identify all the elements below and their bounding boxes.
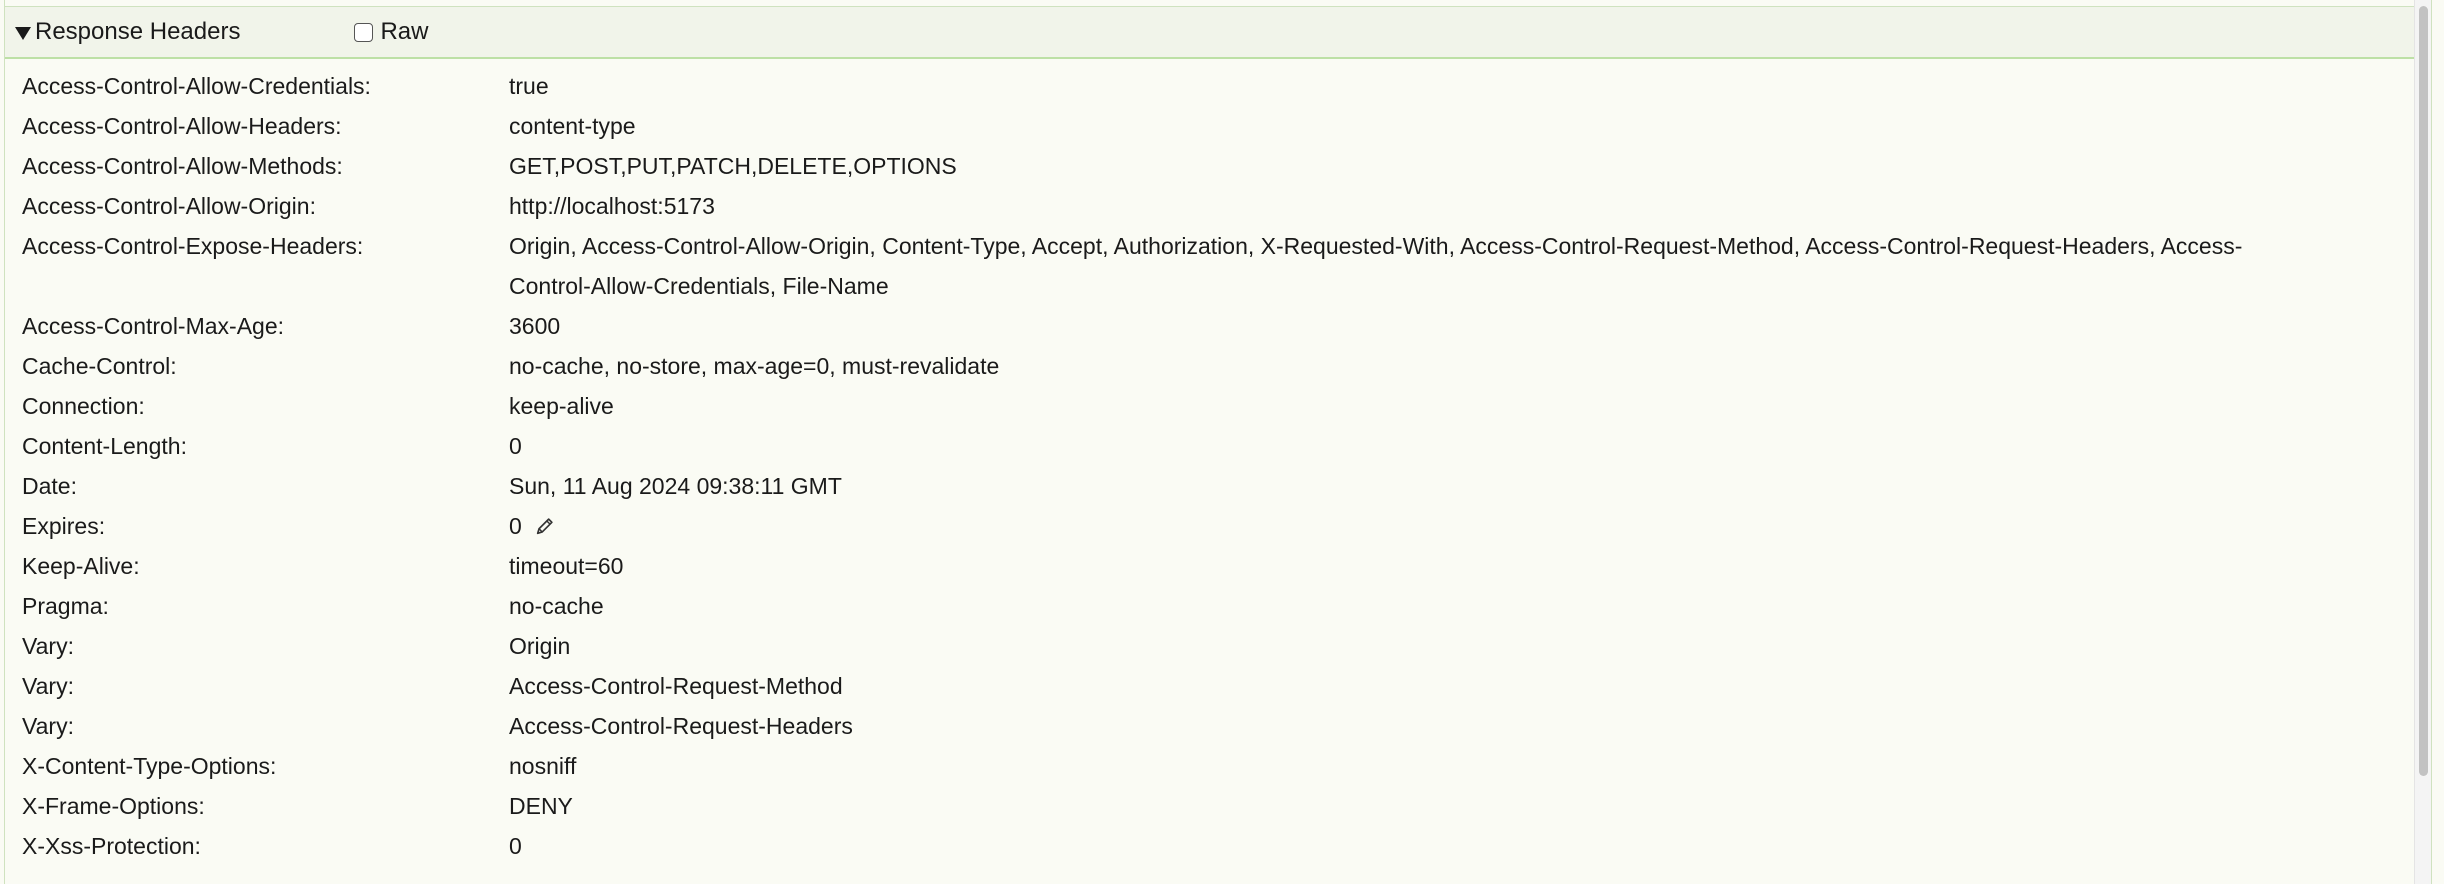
header-row: Access-Control-Allow-Headers: content-ty…	[5, 106, 2431, 146]
header-value: nosniff	[509, 746, 2431, 786]
header-value-text: 3600	[509, 313, 561, 339]
header-value: 0	[509, 426, 2431, 466]
header-value-text: Access-Control-Request-Method	[509, 673, 843, 699]
header-value-text: http://localhost:5173	[509, 193, 715, 219]
header-value: timeout=60	[509, 546, 2431, 586]
header-row: Access-Control-Expose-Headers: Origin, A…	[5, 226, 2431, 306]
header-name: Access-Control-Allow-Origin:	[22, 193, 316, 219]
header-row: Access-Control-Allow-Methods: GET,POST,P…	[5, 146, 2431, 186]
header-name: X-Frame-Options:	[22, 793, 205, 819]
header-row: Expires: 0	[5, 506, 2431, 546]
header-value: Access-Control-Request-Headers	[509, 706, 2431, 746]
header-value-text: true	[509, 73, 549, 99]
header-value-text: no-cache, no-store, max-age=0, must-reva…	[509, 353, 1000, 379]
header-name: Access-Control-Max-Age:	[22, 313, 285, 339]
header-row: Access-Control-Allow-Origin: http://loca…	[5, 186, 2431, 226]
header-name: Pragma:	[22, 593, 109, 619]
response-headers-toggle[interactable]: Response Headers	[15, 18, 240, 46]
header-name: Keep-Alive:	[22, 553, 140, 579]
header-row: X-Frame-Options: DENY	[5, 786, 2431, 826]
header-row: Pragma: no-cache	[5, 586, 2431, 626]
header-row: Content-Length: 0	[5, 426, 2431, 466]
top-divider	[5, 0, 2431, 7]
raw-toggle[interactable]: Raw	[354, 18, 428, 46]
header-value-text: 0	[509, 513, 522, 539]
vertical-scrollbar[interactable]	[2414, 0, 2431, 884]
header-value-text: keep-alive	[509, 393, 614, 419]
header-value-text: Sun, 11 Aug 2024 09:38:11 GMT	[509, 473, 842, 499]
header-name: Access-Control-Allow-Headers:	[22, 113, 342, 139]
header-value: Origin, Access-Control-Allow-Origin, Con…	[509, 226, 2431, 306]
headers-list: Access-Control-Allow-Credentials: true A…	[5, 59, 2431, 866]
response-headers-panel: Response Headers Raw Access-Control-Allo…	[4, 0, 2432, 884]
header-row: Access-Control-Max-Age: 3600	[5, 306, 2431, 346]
header-value: keep-alive	[509, 386, 2431, 426]
header-value: Access-Control-Request-Method	[509, 666, 2431, 706]
header-value-text: content-type	[509, 113, 636, 139]
header-name: Date:	[22, 473, 77, 499]
header-row: Vary: Origin	[5, 626, 2431, 666]
header-value: no-cache, no-store, max-age=0, must-reva…	[509, 346, 2431, 386]
header-value: 0	[509, 506, 2431, 546]
scrollbar-thumb[interactable]	[2419, 6, 2428, 776]
disclosure-triangle-icon[interactable]	[15, 26, 31, 40]
header-value: http://localhost:5173	[509, 186, 2431, 226]
header-row: Vary: Access-Control-Request-Method	[5, 666, 2431, 706]
header-value: no-cache	[509, 586, 2431, 626]
header-value-text: Origin	[509, 633, 571, 659]
header-name: Cache-Control:	[22, 353, 177, 379]
header-value: true	[509, 66, 2431, 106]
header-name: X-Content-Type-Options:	[22, 753, 277, 779]
header-name: Expires:	[22, 513, 106, 539]
header-row: X-Xss-Protection: 0	[5, 826, 2431, 866]
header-value: content-type	[509, 106, 2431, 146]
header-value: GET,POST,PUT,PATCH,DELETE,OPTIONS	[509, 146, 2431, 186]
header-value-text: Origin, Access-Control-Allow-Origin, Con…	[509, 233, 2243, 299]
header-value: 0	[509, 826, 2431, 866]
header-value: Origin	[509, 626, 2431, 666]
header-row: Connection: keep-alive	[5, 386, 2431, 426]
header-row: Access-Control-Allow-Credentials: true	[5, 66, 2431, 106]
header-name: Connection:	[22, 393, 145, 419]
raw-label: Raw	[380, 18, 429, 45]
header-value-text: GET,POST,PUT,PATCH,DELETE,OPTIONS	[509, 153, 957, 179]
raw-checkbox[interactable]	[354, 22, 374, 42]
header-name: Vary:	[22, 673, 74, 699]
header-name: Vary:	[22, 713, 74, 739]
pencil-icon[interactable]	[534, 515, 556, 537]
header-value-text: timeout=60	[509, 553, 624, 579]
header-value-text: no-cache	[509, 593, 604, 619]
header-value: Sun, 11 Aug 2024 09:38:11 GMT	[509, 466, 2431, 506]
header-row: Date: Sun, 11 Aug 2024 09:38:11 GMT	[5, 466, 2431, 506]
header-row: X-Content-Type-Options: nosniff	[5, 746, 2431, 786]
header-name: Content-Length:	[22, 433, 187, 459]
header-row: Cache-Control: no-cache, no-store, max-a…	[5, 346, 2431, 386]
header-name: Access-Control-Expose-Headers:	[22, 233, 364, 259]
header-row: Keep-Alive: timeout=60	[5, 546, 2431, 586]
header-value-text: 0	[509, 833, 522, 859]
section-title: Response Headers	[35, 18, 241, 45]
header-name: Vary:	[22, 633, 74, 659]
header-row: Vary: Access-Control-Request-Headers	[5, 706, 2431, 746]
header-name: X-Xss-Protection:	[22, 833, 201, 859]
section-header: Response Headers Raw	[5, 7, 2431, 59]
header-value-text: DENY	[509, 793, 573, 819]
header-value-text: nosniff	[509, 753, 577, 779]
header-value-text: 0	[509, 433, 522, 459]
header-value-text: Access-Control-Request-Headers	[509, 713, 853, 739]
header-name: Access-Control-Allow-Methods:	[22, 153, 343, 179]
header-value: 3600	[509, 306, 2431, 346]
header-name: Access-Control-Allow-Credentials:	[22, 73, 371, 99]
header-value: DENY	[509, 786, 2431, 826]
